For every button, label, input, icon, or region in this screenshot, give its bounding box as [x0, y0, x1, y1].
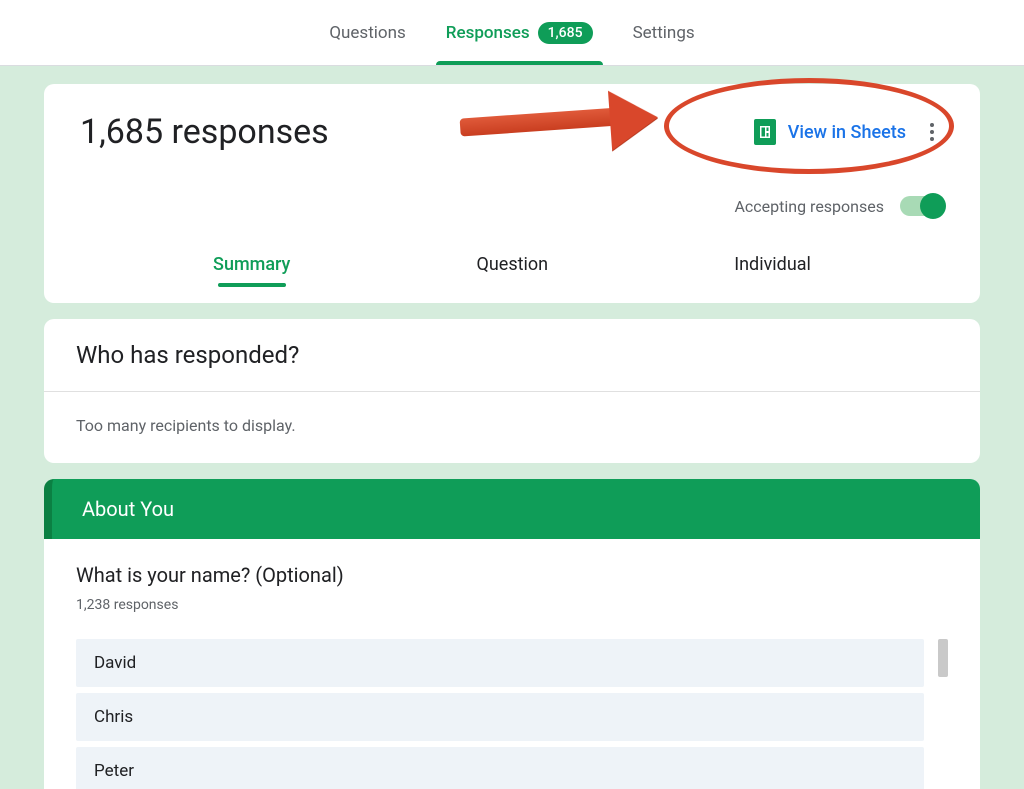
- answer-list: David Chris Peter: [76, 639, 948, 789]
- sub-tab-question[interactable]: Question: [472, 246, 552, 283]
- tab-settings-label: Settings: [633, 23, 695, 43]
- view-in-sheets-label: View in Sheets: [788, 122, 906, 143]
- answer-item: Chris: [76, 693, 924, 741]
- responses-sub-tabs: Summary Question Individual: [80, 246, 944, 289]
- section-title-banner: About You: [44, 479, 980, 539]
- responses-count-badge: 1,685: [538, 22, 593, 44]
- sub-tab-question-label: Question: [476, 254, 548, 275]
- accepting-responses-label: Accepting responses: [734, 197, 884, 216]
- who-responded-title: Who has responded?: [44, 319, 980, 392]
- sheets-actions: View in Sheets: [754, 119, 944, 145]
- sub-tab-summary-label: Summary: [213, 254, 290, 275]
- tab-responses-label: Responses: [446, 23, 530, 43]
- question-title: What is your name? (Optional): [76, 563, 948, 587]
- tab-responses[interactable]: Responses 1,685: [442, 0, 597, 65]
- sheets-icon: [754, 119, 776, 145]
- tab-questions-label: Questions: [329, 23, 405, 43]
- scrollbar-thumb[interactable]: [938, 639, 948, 677]
- top-tab-bar: Questions Responses 1,685 Settings: [0, 0, 1024, 66]
- view-in-sheets-button[interactable]: View in Sheets: [754, 119, 906, 145]
- question-card-name: What is your name? (Optional) 1,238 resp…: [44, 539, 980, 789]
- tab-questions[interactable]: Questions: [325, 0, 409, 65]
- who-responded-body: Too many recipients to display.: [44, 392, 980, 463]
- page-background: 1,685 responses View in Sheets Accepting…: [0, 66, 1024, 789]
- responses-count-heading: 1,685 responses: [80, 112, 329, 152]
- answer-item: David: [76, 639, 924, 687]
- who-responded-card: Who has responded? Too many recipients t…: [44, 319, 980, 463]
- responses-header-card: 1,685 responses View in Sheets Accepting…: [44, 84, 980, 303]
- sub-tab-individual-label: Individual: [734, 254, 811, 275]
- sub-tab-summary[interactable]: Summary: [209, 246, 294, 283]
- section-about-you: About You What is your name? (Optional) …: [44, 479, 980, 789]
- answer-item: Peter: [76, 747, 924, 789]
- tab-settings[interactable]: Settings: [629, 0, 699, 65]
- question-response-count: 1,238 responses: [76, 597, 948, 613]
- more-options-icon[interactable]: [920, 120, 944, 144]
- accepting-responses-toggle[interactable]: [900, 196, 944, 216]
- sub-tab-individual[interactable]: Individual: [730, 246, 815, 283]
